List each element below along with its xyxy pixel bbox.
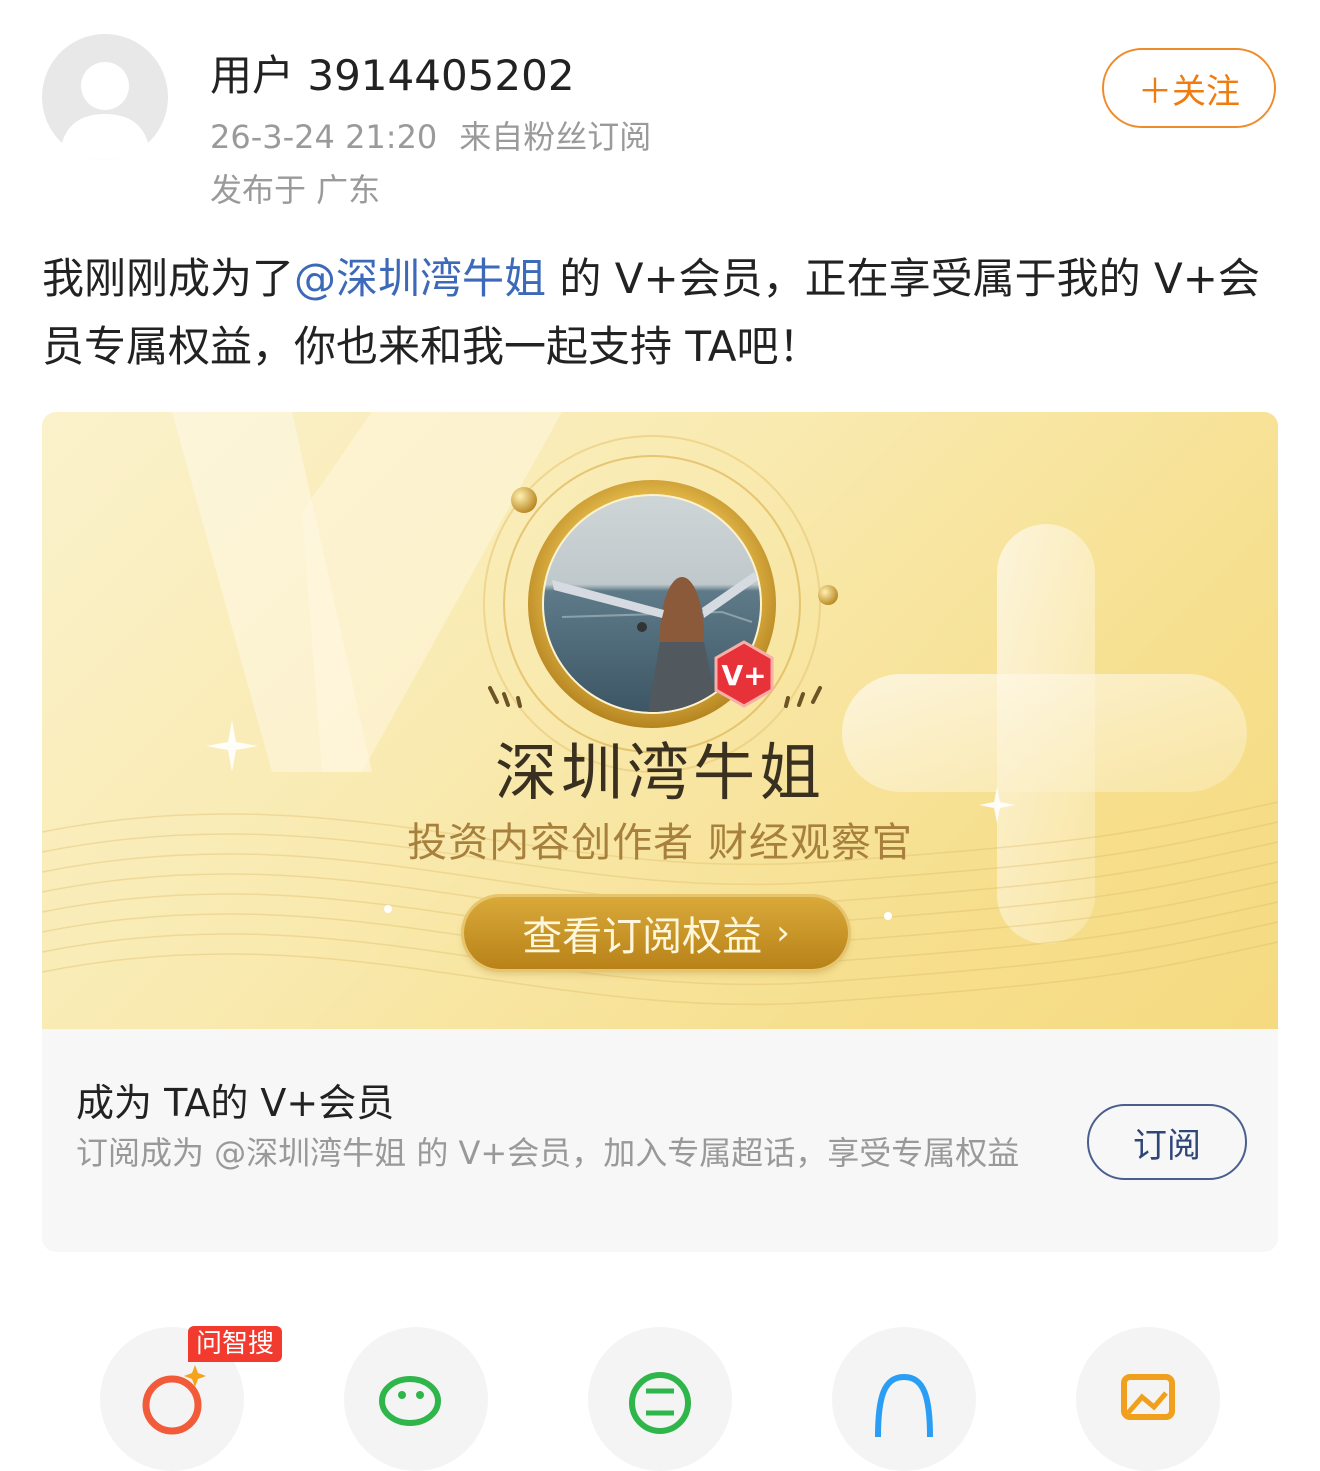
chevron-right-icon: › (776, 913, 790, 953)
vplus-membership-card[interactable]: V+ 深圳湾牛姐 投资内容创作者 财经观察官 查看订阅权益 › 成为 TA的 V… (42, 412, 1278, 1252)
username[interactable]: 用户 3914405202 (210, 42, 575, 103)
user-avatar[interactable] (42, 34, 168, 160)
view-benefits-button[interactable]: 查看订阅权益 › (464, 897, 848, 969)
creator-tags: 投资内容创作者 财经观察官 (407, 820, 913, 866)
share-image[interactable] (1076, 1327, 1220, 1471)
view-benefits-label: 查看订阅权益 (522, 914, 763, 960)
svg-text:V+: V+ (721, 659, 766, 692)
share-qq[interactable] (832, 1327, 976, 1471)
follow-button[interactable]: ＋关注 (1102, 48, 1276, 128)
post-source: 来自粉丝订阅 (459, 118, 652, 156)
post-meta: 26-3-24 21:20 来自粉丝订阅 (210, 112, 651, 158)
share-moments[interactable] (588, 1327, 732, 1471)
post-text-prefix: 我刚刚成为了 (42, 254, 295, 303)
card-footer-title: 成为 TA的 V+会员 (76, 1081, 395, 1125)
wechat-icon (379, 1376, 441, 1426)
creator-name: 深圳湾牛姐 (494, 736, 825, 809)
post-time: 26-3-24 21:20 (210, 118, 438, 156)
moments-icon (629, 1372, 691, 1434)
qq-icon (875, 1373, 933, 1438)
post-text: 我刚刚成为了@深圳湾牛姐 的 V+会员，正在享受属于我的 V+会员专属权益，你也… (42, 245, 1287, 381)
vplus-banner[interactable]: V+ 深圳湾牛姐 投资内容创作者 财经观察官 查看订阅权益 › (42, 412, 1278, 1029)
post-location: 发布于 广东 (210, 171, 381, 209)
subscribe-button[interactable]: 订阅 (1087, 1104, 1247, 1180)
image-icon (1121, 1374, 1175, 1420)
default-avatar-icon (60, 62, 150, 160)
share-wechat[interactable] (344, 1327, 488, 1471)
card-footer-desc: 订阅成为 @深圳湾牛姐 的 V+会员，加入专属超话，享受专属权益 (76, 1134, 1020, 1172)
mention-link[interactable]: @深圳湾牛姐 (294, 254, 546, 303)
ai-search-badge: 问智搜 (188, 1326, 283, 1362)
